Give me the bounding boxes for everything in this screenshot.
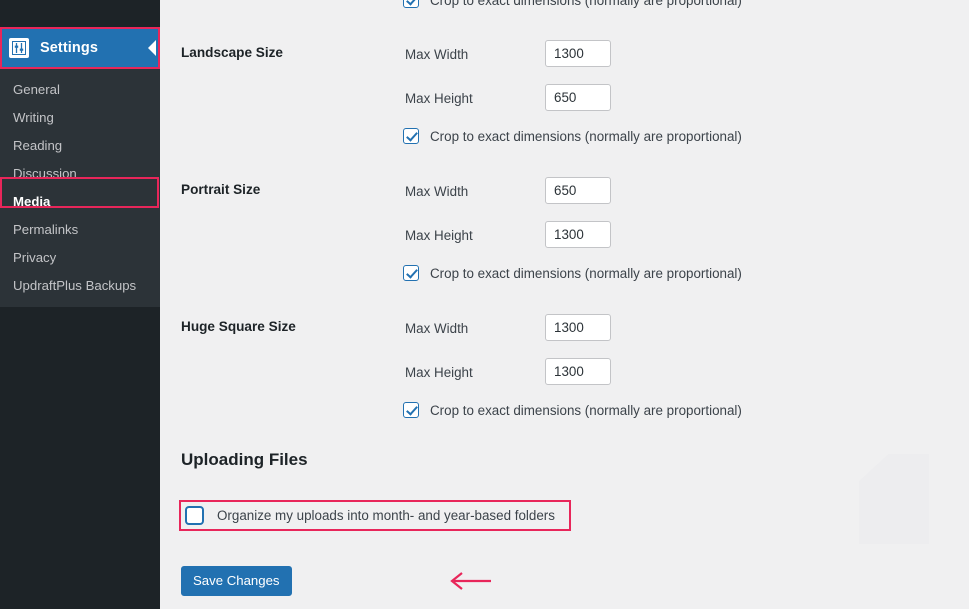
row-label-landscape-size: Landscape Size (181, 45, 283, 60)
admin-sidebar: Settings General Writing Reading Discuss… (0, 0, 160, 609)
sidebar-item-label: Reading (13, 137, 63, 153)
settings-submenu: General Writing Reading Discussion Media… (0, 68, 160, 307)
row-label-huge-square-size: Huge Square Size (181, 319, 296, 334)
sidebar-item-label: Media (13, 193, 51, 209)
crop-checkbox[interactable] (403, 402, 419, 418)
sidebar-item-label: UpdraftPlus Backups (13, 277, 137, 293)
sidebar-item-label: Writing (13, 109, 54, 125)
max-height-label: Max Height (405, 91, 473, 106)
sidebar-item-settings-label: Settings (40, 40, 98, 56)
huge-square-max-width-input[interactable] (545, 314, 611, 341)
crop-checkbox[interactable] (403, 265, 419, 281)
crop-checkbox-label: Crop to exact dimensions (normally are p… (430, 402, 742, 418)
crop-checkbox-group-huge-square[interactable]: Crop to exact dimensions (normally are p… (403, 402, 742, 418)
sidebar-item-general[interactable]: General (0, 75, 160, 103)
sidebar-top-spacer (0, 0, 160, 28)
crop-checkbox-label: Crop to exact dimensions (normally are p… (430, 128, 742, 144)
max-width-label: Max Width (405, 184, 469, 199)
max-height-label: Max Height (405, 365, 473, 380)
sidebar-item-permalinks[interactable]: Permalinks (0, 215, 160, 243)
crop-checkbox[interactable] (403, 128, 419, 144)
pointer-arrow-annotation-icon (450, 572, 491, 590)
sidebar-item-discussion[interactable]: Discussion (0, 159, 160, 187)
background-watermark-icon (859, 454, 929, 544)
sidebar-item-label: Permalinks (13, 221, 79, 237)
organize-uploads-label: Organize my uploads into month- and year… (217, 508, 555, 523)
settings-sliders-icon (9, 38, 29, 58)
crop-checkbox-label: Crop to exact dimensions (normally are p… (430, 0, 742, 8)
landscape-max-height-input[interactable] (545, 84, 611, 111)
save-changes-button[interactable]: Save Changes (181, 566, 292, 596)
sidebar-item-updraftplus-backups[interactable]: UpdraftPlus Backups (0, 271, 160, 299)
media-settings-content: Crop to exact dimensions (normally are p… (160, 0, 969, 609)
portrait-max-height-input[interactable] (545, 221, 611, 248)
sidebar-item-label: Privacy (13, 249, 57, 265)
section-heading-uploading-files: Uploading Files (181, 450, 308, 469)
landscape-max-width-input[interactable] (545, 40, 611, 67)
sidebar-item-privacy[interactable]: Privacy (0, 243, 160, 271)
portrait-max-width-input[interactable] (545, 177, 611, 204)
sidebar-item-media[interactable]: Media (0, 187, 160, 215)
organize-uploads-checkbox-group[interactable]: Organize my uploads into month- and year… (185, 506, 555, 525)
crop-checkbox-group-portrait[interactable]: Crop to exact dimensions (normally are p… (403, 265, 742, 281)
max-height-label: Max Height (405, 228, 473, 243)
max-width-label: Max Width (405, 321, 469, 336)
row-label-portrait-size: Portrait Size (181, 182, 261, 197)
sidebar-item-settings[interactable]: Settings (0, 28, 160, 68)
sidebar-item-label: General (13, 81, 60, 97)
huge-square-max-height-input[interactable] (545, 358, 611, 385)
crop-checkbox-group-landscape[interactable]: Crop to exact dimensions (normally are p… (403, 128, 742, 144)
crop-checkbox-group[interactable]: Crop to exact dimensions (normally are p… (403, 0, 742, 8)
organize-uploads-checkbox[interactable] (185, 506, 204, 525)
crop-checkbox-label: Crop to exact dimensions (normally are p… (430, 265, 742, 281)
crop-checkbox[interactable] (403, 0, 419, 8)
collapse-left-arrow-icon[interactable] (148, 40, 156, 56)
sidebar-item-reading[interactable]: Reading (0, 131, 160, 159)
sidebar-item-writing[interactable]: Writing (0, 103, 160, 131)
max-width-label: Max Width (405, 47, 469, 62)
sidebar-item-label: Discussion (13, 165, 77, 181)
